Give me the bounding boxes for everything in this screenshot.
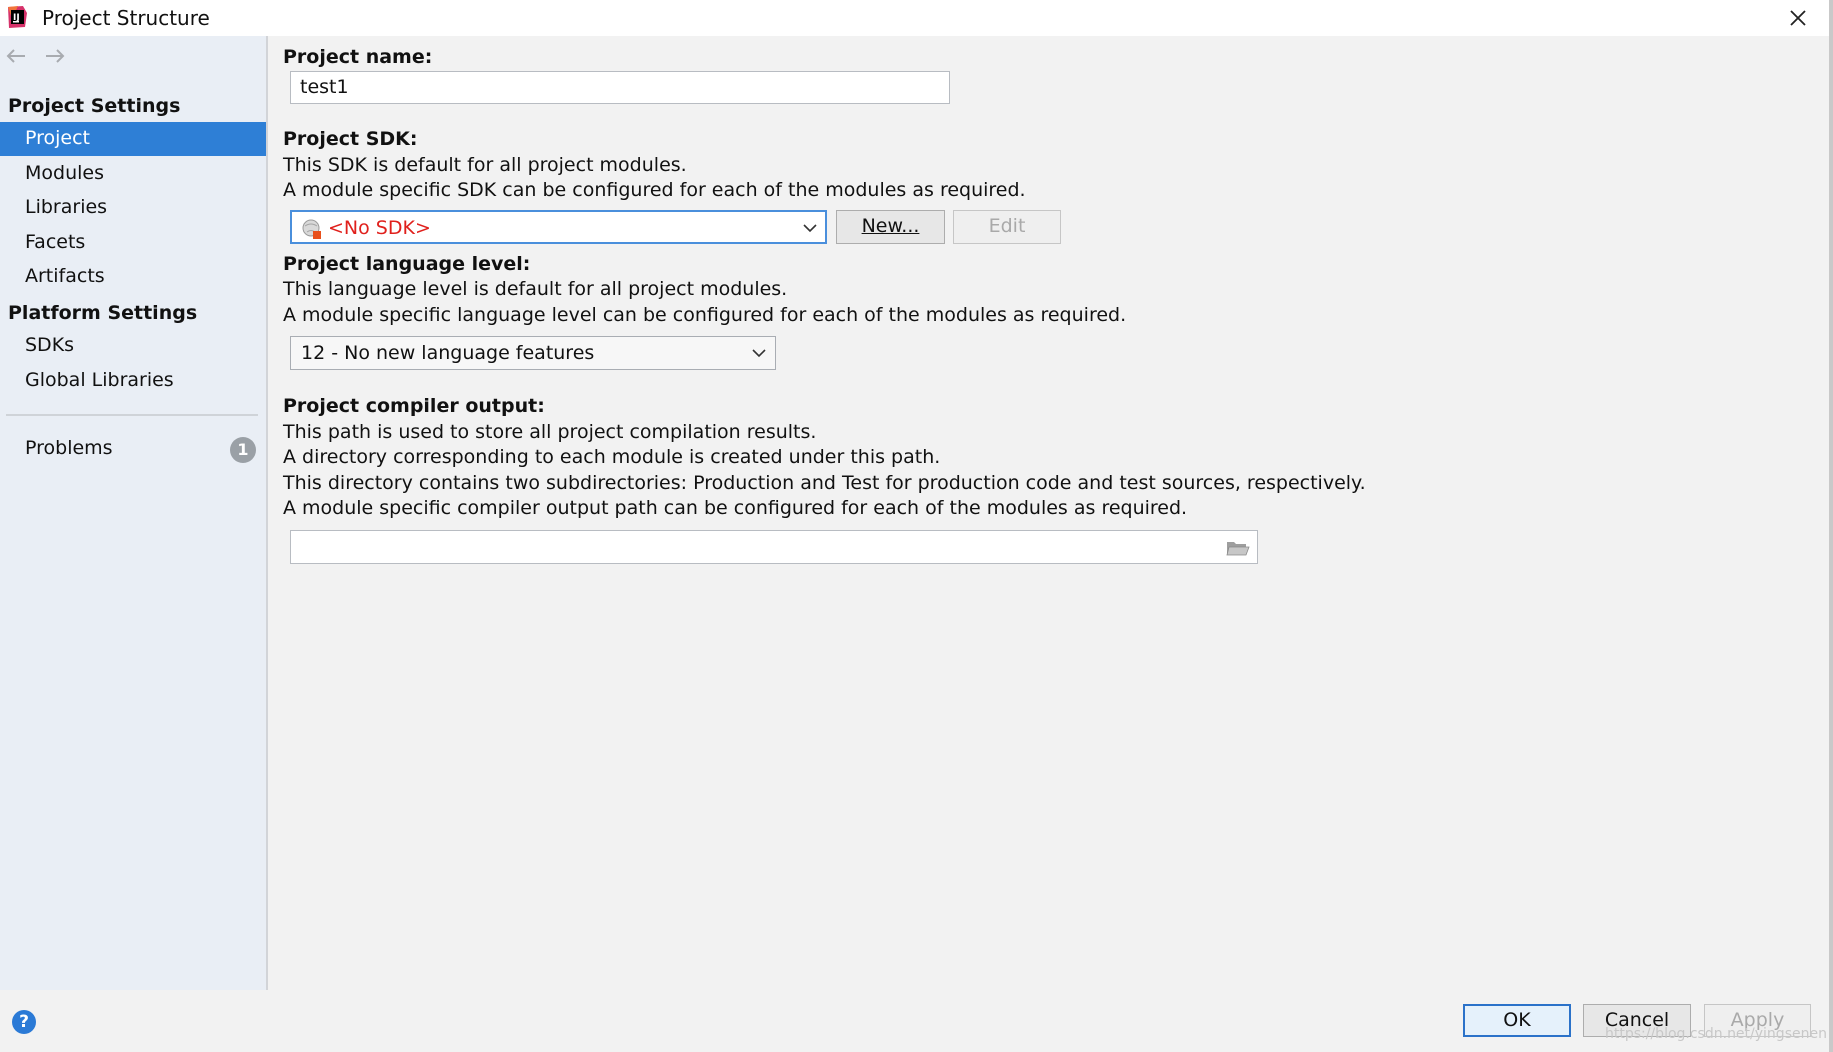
- compiler-output-desc-line: This path is used to store all project c…: [283, 421, 817, 443]
- project-sdk-select[interactable]: <No SDK>: [290, 210, 827, 244]
- sidebar-divider: [6, 414, 258, 416]
- sidebar-item-problems[interactable]: Problems: [0, 432, 266, 466]
- sidebar-item-project[interactable]: Project: [0, 122, 266, 156]
- sidebar-item-sdks[interactable]: SDKs: [0, 329, 266, 363]
- sdk-globe-icon: [302, 219, 321, 239]
- sidebar-item-label: Global Libraries: [25, 369, 174, 391]
- sidebar-item-label: Modules: [25, 162, 104, 184]
- forward-button[interactable]: [44, 48, 66, 68]
- project-settings-heading: Project Settings: [8, 95, 181, 117]
- compiler-output-desc-line: A directory corresponding to each module…: [283, 446, 941, 468]
- edit-sdk-button[interactable]: Edit: [953, 210, 1061, 244]
- compiler-output-desc-line: A module specific compiler output path c…: [283, 497, 1188, 519]
- language-level-label: Project language level:: [283, 253, 531, 275]
- project-structure-dialog: IJ Project Structure Project Settings Pr…: [0, 0, 1833, 1052]
- sidebar-item-label: Libraries: [25, 196, 108, 218]
- sidebar-item-facets[interactable]: Facets: [0, 226, 266, 260]
- new-sdk-button[interactable]: New...: [836, 210, 945, 244]
- back-button[interactable]: [5, 48, 27, 68]
- help-icon[interactable]: ?: [12, 1010, 36, 1034]
- new-sdk-button-label: New...: [861, 215, 920, 237]
- sidebar-item-label: SDKs: [25, 334, 75, 356]
- compiler-output-label: Project compiler output:: [283, 395, 545, 417]
- sidebar-item-label: Project: [25, 127, 91, 149]
- project-name-input[interactable]: test1: [290, 71, 950, 104]
- project-name-label: Project name:: [283, 46, 433, 68]
- project-sdk-desc-line: A module specific SDK can be configured …: [283, 179, 1026, 201]
- compiler-output-path-input[interactable]: [290, 530, 1258, 564]
- sidebar-item-libraries[interactable]: Libraries: [0, 191, 266, 225]
- title-bar: IJ Project Structure: [0, 0, 1833, 36]
- sidebar-item-modules[interactable]: Modules: [0, 157, 266, 191]
- language-level-select[interactable]: 12 - No new language features: [290, 336, 776, 370]
- project-sdk-desc-line: This SDK is default for all project modu…: [283, 154, 687, 176]
- close-icon: [1790, 10, 1806, 26]
- ok-button[interactable]: OK: [1463, 1004, 1571, 1037]
- close-button[interactable]: [1778, 2, 1818, 34]
- language-level-desc-line: This language level is default for all p…: [283, 278, 788, 300]
- sidebar-item-artifacts[interactable]: Artifacts: [0, 260, 266, 294]
- browse-folder-icon[interactable]: [1226, 539, 1250, 557]
- window-title: Project Structure: [42, 6, 210, 30]
- ok-button-label: OK: [1503, 1009, 1531, 1031]
- sidebar-splitter[interactable]: [266, 36, 268, 990]
- edit-sdk-button-label: Edit: [988, 215, 1026, 237]
- window-edge: [1829, 0, 1833, 1052]
- project-name-value: test1: [300, 76, 349, 98]
- arrow-left-icon: [6, 49, 25, 63]
- chevron-down-icon: [752, 349, 766, 358]
- sidebar-item-label: Artifacts: [25, 265, 105, 287]
- compiler-output-desc-line: This directory contains two subdirectori…: [283, 472, 1366, 494]
- chevron-down-icon: [803, 224, 817, 233]
- language-level-desc-line: A module specific language level can be …: [283, 304, 1127, 326]
- watermark-text: https://blog.csdn.net/yingsenen: [1605, 1026, 1827, 1042]
- sidebar-item-global-libraries[interactable]: Global Libraries: [0, 364, 266, 398]
- arrow-right-icon: [46, 49, 65, 63]
- sidebar-item-label: Facets: [25, 231, 86, 253]
- project-sdk-value: <No SDK>: [328, 217, 431, 239]
- platform-settings-heading: Platform Settings: [8, 302, 198, 324]
- language-level-value: 12 - No new language features: [301, 342, 595, 364]
- sidebar-item-label: Problems: [25, 437, 113, 459]
- project-sdk-label: Project SDK:: [283, 128, 418, 150]
- problems-count-badge: 1: [230, 437, 256, 463]
- intellij-logo-icon: IJ: [6, 5, 28, 28]
